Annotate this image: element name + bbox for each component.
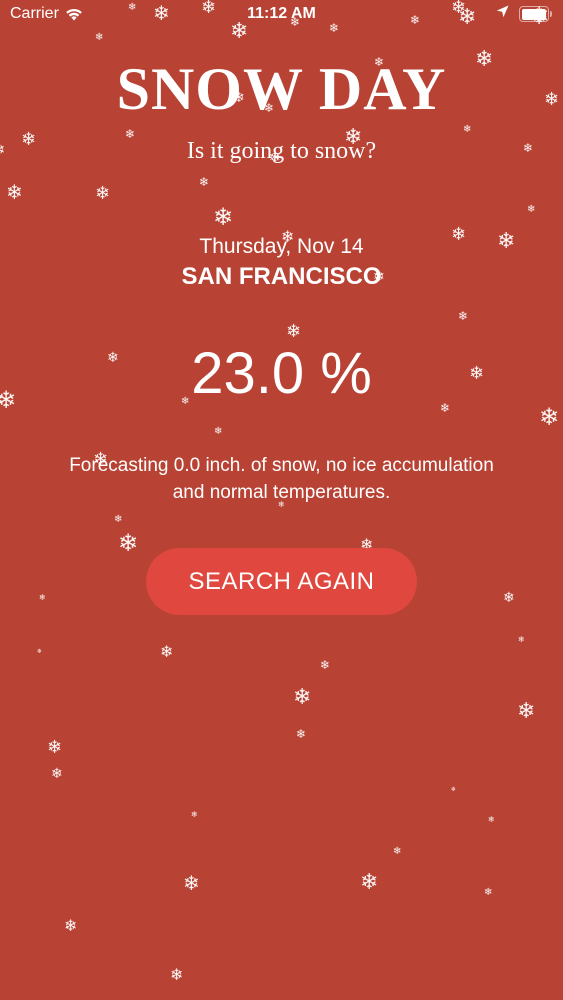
snowflake-icon: ❄ (503, 590, 515, 606)
snow-chance-percent: 23.0 % (191, 341, 372, 406)
snowflake-icon: ❄ (539, 403, 560, 431)
snowflake-icon: ❄ (214, 426, 223, 437)
snowflake-icon: ❄ (517, 699, 536, 724)
snowflake-icon: ❄ (518, 635, 525, 644)
snowflake-icon: ❄ (170, 965, 184, 984)
forecast-city: SAN FRANCISCO (181, 263, 382, 290)
snowflake-icon: ❄ (95, 183, 111, 204)
location-arrow-icon (496, 5, 509, 23)
status-time: 11:12 AM (247, 5, 316, 22)
snowflake-icon: ❄ (213, 203, 234, 231)
snowflake-icon: ❄ (95, 32, 104, 43)
forecast-date: Thursday, Nov 14 (199, 235, 364, 258)
snowflake-icon: ❄ (360, 870, 379, 895)
status-bar: Carrier 11:12 AM (0, 0, 563, 30)
snowflake-icon: ❄ (191, 810, 198, 819)
app-subtitle: Is it going to snow? (186, 138, 377, 164)
snowflake-icon: ❄ (118, 529, 139, 557)
snowflake-icon: ❄ (286, 321, 302, 342)
snowflake-icon: ❄ (527, 204, 536, 215)
snowflake-icon: ❄ (393, 846, 402, 857)
snowflake-icon: ❄ (463, 124, 472, 135)
snowflake-icon: ❄ (183, 871, 200, 895)
snowflake-icon: ❄ (37, 648, 43, 655)
forecast-line-1: Forecasting 0.0 inch. of snow, no ice ac… (69, 455, 494, 476)
snowflake-icon: ❄ (39, 593, 46, 602)
snowflake-icon: ❄ (458, 309, 469, 323)
snowflake-icon: ❄ (293, 685, 312, 710)
forecast-line-2: and normal temperatures. (172, 482, 391, 503)
battery-icon (519, 6, 553, 22)
snowflake-icon: ❄ (488, 815, 495, 824)
snowflake-icon: ❄ (51, 766, 63, 782)
snowflake-icon: ❄ (6, 180, 23, 204)
search-again-button[interactable]: SEARCH AGAIN (146, 548, 417, 615)
snowflake-icon: ❄ (296, 727, 307, 741)
snowflake-icon: ❄ (160, 642, 174, 661)
app-title: SNOW DAY (116, 56, 447, 122)
snowflake-icon: ❄ (64, 916, 78, 935)
snowflake-icon: ❄ (451, 786, 457, 793)
forecast-description: Forecasting 0.0 inch. of snow, no ice ac… (20, 452, 543, 506)
status-right (496, 5, 553, 23)
snowflake-icon: ❄ (199, 175, 210, 189)
snowflake-icon: ❄ (47, 737, 63, 758)
snowflake-icon: ❄ (114, 514, 123, 525)
snowflake-icon: ❄ (320, 658, 331, 672)
snowflake-icon: ❄ (484, 887, 493, 898)
